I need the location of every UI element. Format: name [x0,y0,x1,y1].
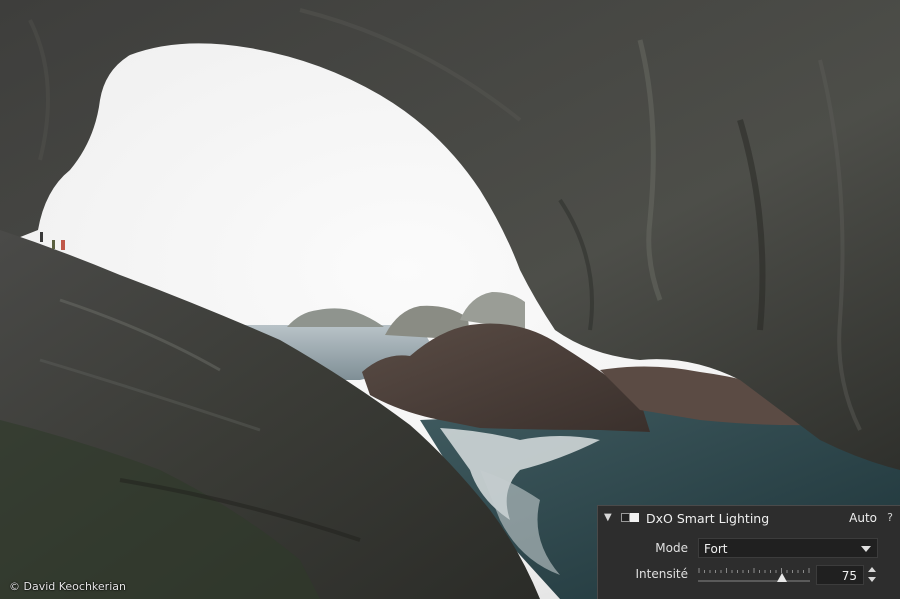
intensity-label: Intensité [635,567,688,581]
slider-thumb[interactable] [777,573,787,582]
mode-selected-value: Fort [704,542,728,556]
intensity-stepper[interactable] [866,565,878,585]
slider-track[interactable] [698,580,810,582]
smart-lighting-panel: ▼ DxO Smart Lighting Auto ? Mode Fort In… [597,505,900,599]
intensity-value: 75 [841,569,857,583]
photo-credit: © David Keochkerian [9,580,126,593]
photo-viewer: © David Keochkerian ▼ DxO Smart Lighting… [0,0,900,599]
slider-ticks [698,568,810,573]
auto-button[interactable]: Auto [849,511,877,525]
mode-select[interactable]: Fort [698,538,878,558]
intensity-input[interactable]: 75 [816,565,864,585]
stepper-down-icon[interactable] [868,577,876,582]
panel-header[interactable]: ▼ DxO Smart Lighting Auto ? [598,506,900,532]
panel-title: DxO Smart Lighting [646,511,770,526]
collapse-triangle-icon[interactable]: ▼ [604,512,612,523]
chevron-down-icon [861,546,871,552]
stepper-up-icon[interactable] [868,567,876,572]
help-icon[interactable]: ? [887,511,893,524]
on-off-toggle-icon[interactable] [630,513,639,522]
intensity-slider[interactable] [698,563,810,585]
mode-label: Mode [655,541,688,555]
enable-checkbox[interactable] [621,513,630,522]
